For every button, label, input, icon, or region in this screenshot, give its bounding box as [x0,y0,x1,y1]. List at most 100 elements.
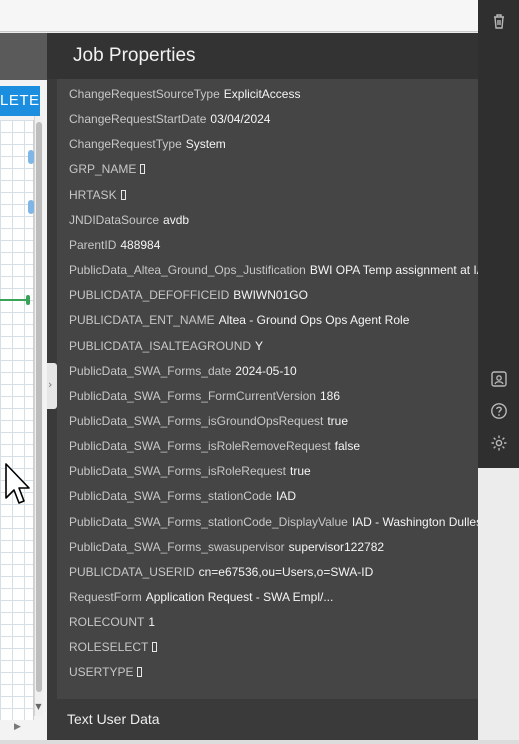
flow-connector [0,299,27,301]
property-row: ParentID 488984 [69,236,160,254]
property-row: PublicData_SWA_Forms_stationCode IAD [69,487,296,505]
property-row: PUBLICDATA_DEFOFFICEID BWIWN01GO [69,286,308,304]
trash-icon[interactable] [490,12,508,30]
property-row: PublicData_SWA_Forms_isRoleRequest true [69,462,311,480]
property-key: ChangeRequestSourceType [69,87,220,101]
property-key: PublicData_SWA_Forms_isRoleRequest [69,464,286,479]
property-row: ROLESELECT [69,638,158,656]
panel-title: Job Properties [73,45,196,66]
property-key: PublicData_SWA_Forms_isGroundOpsRequest [69,413,324,428]
property-row: PUBLICDATA_USERID cn=e67536,ou=Users,o=SW… [69,563,373,581]
property-value: true [327,413,349,428]
property-key: PublicData_SWA_Forms_isRoleRemoveRequest [69,439,331,454]
property-value: Application Request - SWA Empl/... [145,590,334,604]
flow-connector-end [26,295,30,305]
property-row: USERTYPE [69,663,143,681]
bottom-edge [0,740,519,744]
settings-icon[interactable] [490,434,508,452]
property-value: 1 [148,615,156,630]
property-value: IAD [275,489,296,504]
property-value: avdb [163,212,190,227]
property-key: RequestForm [69,590,142,604]
property-value: false [334,439,361,454]
property-key: PUBLICDATA_ENT_NAME [69,313,215,328]
chevron-right-icon: › [48,378,53,391]
property-value: System [185,137,226,152]
property-value: Y [255,338,264,353]
panel-collapse-handle[interactable]: › [47,363,57,409]
property-key: ParentID [69,237,117,252]
property-row: PublicData_Altea_Ground_Ops_Justificatio… [69,261,478,279]
property-key: PublicData_SWA_Forms_swasupervisor [69,539,285,554]
property-key: ChangeRequestType [69,137,182,152]
property-key: ROLESELECT [69,640,149,655]
property-key: HRTASK [69,187,117,202]
property-value [152,640,158,654]
property-key: PUBLICDATA_DEFOFFICEID [69,288,230,303]
property-value: BWIWN01GO [233,288,308,303]
job-properties-panel: Job Properties › ChangeRequestSourceType… [47,33,478,744]
scroll-down-arrow-icon[interactable]: ▼ [34,702,43,712]
property-row: PublicData_SWA_Forms_swasupervisor superv… [69,538,384,556]
property-row: PublicData_SWA_Forms_FormCurrentVersion 1… [69,387,340,405]
canvas-vertical-scrollbar[interactable] [34,116,43,716]
scroll-right-arrow-icon[interactable]: ▶ [14,722,21,732]
property-key: USERTYPE [69,665,134,680]
help-icon[interactable] [490,402,508,420]
property-key: PublicData_SWA_Forms_date [69,363,232,378]
properties-list: ChangeRequestSourceType ExplicitAccess Cha… [57,79,478,699]
property-value [140,162,146,176]
property-key: JNDIDataSource [69,212,160,227]
empty-value-box [152,642,158,653]
property-key: PUBLICDATA_ISALTEAGROUND [69,338,252,353]
property-row: PUBLICDATA_ENT_NAME Altea - Ground Ops Op… [69,311,409,329]
property-row: ChangeRequestSourceType ExplicitAccess [69,85,300,103]
property-value: 488984 [120,237,161,252]
mouse-pointer-icon [5,463,30,504]
property-key: ROLECOUNT [69,615,145,630]
property-row: PublicData_SWA_Forms_isGroundOpsRequest t… [69,412,348,430]
top-bar [0,0,478,32]
canvas-header-strip [0,33,47,80]
property-row: PublicData_SWA_Forms_stationCode_Display… [69,513,478,531]
text-user-data-heading[interactable]: Text User Data [67,711,160,727]
empty-value-box [140,164,146,175]
id-card-icon[interactable] [490,370,508,388]
property-key: PublicData_Altea_Ground_Ops_Justificatio… [69,263,306,278]
property-row: HRTASK [69,186,126,204]
property-value: 03/04/2024 [210,112,271,127]
property-value: Altea - Ground Ops Ops Agent Role [218,313,410,328]
property-key: GRP_NAME [69,162,137,177]
property-value: 186 [319,388,341,403]
property-row: JNDIDataSource avdb [69,211,189,229]
empty-value-box [137,667,143,678]
property-key: ChangeRequestStartDate [69,112,207,127]
property-value: supervisor122782 [288,539,385,554]
property-row: ROLECOUNT 1 [69,613,155,631]
property-key: PublicData_SWA_Forms_FormCurrentVersion [69,388,316,403]
property-key: PublicData_SWA_Forms_stationCode [69,489,272,504]
property-value: cn=e67536,ou=Users,o=SWA-ID [198,564,374,579]
empty-value-box [120,189,126,200]
right-toolbar [478,0,519,468]
scrollbar-thumb[interactable] [36,122,42,692]
property-row: PublicData_SWA_Forms_date 2024-05-10 [69,362,297,380]
property-key: PublicData_SWA_Forms_stationCode_Display… [69,514,348,529]
property-row: ChangeRequestType System [69,135,226,153]
property-row: PublicData_SWA_Forms_isRoleRemoveRequest… [69,437,360,455]
property-row: RequestForm Application Request - SWA Emp… [69,588,333,606]
property-value: BWI OPA Temp assignment at IAD [309,263,478,278]
property-row: GRP_NAME [69,160,146,178]
property-value: 2024-05-10 [235,363,297,378]
complete-button[interactable]: LETE [0,86,40,116]
property-row: PUBLICDATA_ISALTEAGROUND Y [69,337,263,355]
property-value: true [289,464,311,479]
property-value: IAD - Washington Dulles Interna... [351,514,478,529]
panel-header: Job Properties [47,33,478,79]
property-value [120,188,126,202]
property-value: ExplicitAccess [223,87,301,101]
canvas-grid[interactable] [0,120,34,720]
property-value [137,665,143,679]
property-row: ChangeRequestStartDate 03/04/2024 [69,110,270,128]
property-key: PUBLICDATA_USERID [69,564,195,579]
